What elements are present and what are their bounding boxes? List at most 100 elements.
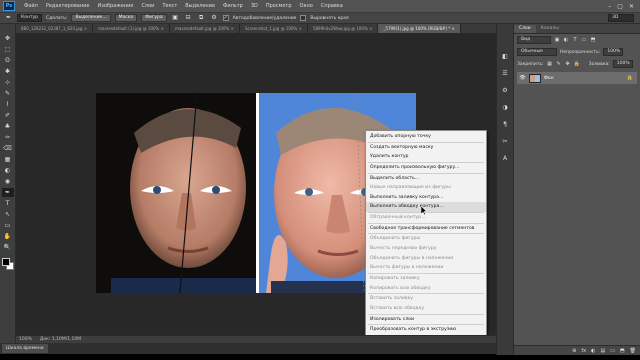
visibility-eye-icon[interactable]: 👁 — [519, 75, 526, 81]
menu-item[interactable]: Окно — [296, 0, 317, 12]
tool-icon[interactable]: ▭ — [2, 221, 14, 230]
document-tab[interactable]: Screenshot_1.jpg @ 100% × — [239, 24, 308, 33]
layers-panel: Слои Каналы Вид ▣ ◐ T ▭ ⬒ Обычные Непроз… — [514, 24, 640, 355]
menu-item[interactable]: Фильтр — [219, 0, 247, 12]
document-tab[interactable]: maxresdefault (1).jpg @ 100% × — [93, 24, 170, 33]
menu-item[interactable]: Текст — [158, 0, 181, 12]
tool-icon[interactable]: ✥ — [2, 34, 14, 43]
document-tab[interactable]: maxresdefault.jpg @ 100% × — [169, 24, 240, 33]
foreground-color[interactable] — [1, 258, 10, 266]
timeline-tab[interactable]: Шкала времени — [2, 344, 48, 353]
menu-item[interactable]: Слои — [137, 0, 158, 12]
mask-button[interactable]: Маска — [114, 14, 138, 22]
document-tab[interactable]: _5799(1).jpg @ 100% (RGB/8#) * × — [378, 24, 461, 33]
lock-transparent-icon[interactable]: ▦ — [547, 61, 553, 67]
fill-input[interactable]: 100% — [612, 60, 633, 68]
layers-footer-icon[interactable]: ⊕ — [572, 348, 576, 354]
tool-icon[interactable]: ʘ — [2, 56, 14, 65]
tool-icon[interactable]: ⬚ — [2, 45, 14, 54]
context-menu-item[interactable]: Удалить контур — [366, 152, 486, 162]
selection-button[interactable]: Выделение... — [71, 14, 111, 22]
lock-pixels-icon[interactable]: ✎ — [556, 61, 562, 67]
tool-mode-select[interactable]: Контур — [17, 14, 43, 22]
type-filter-icon[interactable]: T — [572, 37, 578, 43]
context-menu-item[interactable]: Выделить область... — [366, 174, 486, 184]
tool-icon[interactable]: ⌫ — [2, 144, 14, 153]
menu-item[interactable]: Справка — [317, 0, 347, 12]
tool-icon[interactable]: ✎ — [2, 89, 14, 98]
tool-icon[interactable]: ⊹ — [2, 78, 14, 87]
layer-kind-select[interactable]: Вид — [517, 36, 551, 44]
lock-position-icon[interactable]: ✥ — [565, 61, 571, 67]
tool-icon[interactable]: ♣ — [2, 122, 14, 131]
panel-dock-icon[interactable]: ☰ — [499, 69, 511, 79]
auto-add-checkbox[interactable]: ✓ — [222, 15, 229, 21]
options-bar: ✒ Контур Сделать: Выделение... Маска Фиг… — [0, 12, 640, 24]
layers-footer-icon[interactable]: 🗑 — [630, 348, 636, 354]
panel-dock-icon[interactable]: ◧ — [499, 52, 511, 62]
menu-item[interactable]: Редактирование — [42, 0, 94, 12]
layers-footer-icon[interactable]: ▤ — [600, 348, 605, 354]
maximize-button[interactable]: ▢ — [617, 3, 623, 10]
layer-row[interactable]: 👁 Фон 🔒 — [517, 72, 637, 84]
tab-layers[interactable]: Слои — [514, 25, 536, 33]
shape-filter-icon[interactable]: ▭ — [581, 37, 587, 43]
color-swatches[interactable] — [1, 257, 15, 271]
panel-dock-icon[interactable]: ✂ — [499, 137, 511, 147]
zoom-level[interactable]: 100% — [19, 337, 32, 342]
panel-dock-icon[interactable]: A — [499, 154, 511, 164]
context-menu-item[interactable]: Преобразовать контур в экструзию — [366, 325, 486, 335]
workspace-select[interactable]: 3D — [608, 14, 634, 22]
menu-item[interactable]: Изображение — [93, 0, 137, 12]
minimize-button[interactable]: – — [608, 3, 611, 10]
tool-icon[interactable]: ✑ — [2, 133, 14, 142]
tool-icon[interactable]: ⌇ — [2, 100, 14, 109]
shape-button[interactable]: Фигура — [141, 14, 167, 22]
tool-icon[interactable]: ✒ — [1, 188, 14, 197]
adjustment-filter-icon[interactable]: ◐ — [563, 37, 569, 43]
context-menu-item: Объединить фигуры — [370, 236, 421, 242]
menu-item[interactable]: Выделение — [181, 0, 219, 12]
tool-icon[interactable]: ✐ — [2, 111, 14, 120]
path-alignment-icon[interactable]: ⊟ — [184, 14, 193, 22]
layers-footer-icon[interactable]: ◐ — [591, 348, 595, 354]
document-tab[interactable]: 5899h4v2Wxw.jpg @ 100% × — [307, 24, 379, 33]
context-menu-item[interactable]: Свободное трансформирование сегментов — [366, 224, 486, 234]
tool-icon[interactable]: T — [2, 199, 14, 208]
context-menu-item[interactable]: Изолировать слои — [366, 315, 486, 325]
panel-dock-icon[interactable]: ◑ — [499, 103, 511, 113]
layers-footer-icon[interactable]: ▭ — [610, 348, 615, 354]
layers-footer-icon[interactable]: ⬒ — [620, 348, 625, 354]
menu-bar: Ps Файл Редактирование Изображение Слои Текс… — [0, 0, 640, 12]
image-filter-icon[interactable]: ▣ — [554, 37, 560, 43]
menu-item[interactable]: Просмотр — [262, 0, 296, 12]
layers-footer-icon[interactable]: fx — [581, 348, 586, 354]
opacity-input[interactable]: 100% — [603, 48, 624, 56]
context-menu-item[interactable]: Добавить опорную точку — [366, 132, 486, 142]
panel-dock-icon[interactable]: ⚙ — [499, 86, 511, 96]
tab-channels[interactable]: Каналы — [536, 25, 564, 33]
tool-icon[interactable]: ▦ — [2, 155, 14, 164]
path-operations-icon[interactable]: ▣ — [171, 14, 180, 22]
context-menu-item[interactable]: Определить произвольную фигуру... — [366, 163, 486, 173]
tool-icon[interactable]: ✋ — [2, 232, 14, 241]
tool-icon[interactable]: ◐ — [2, 166, 14, 175]
settings-gear-icon[interactable]: ⚙ — [210, 14, 219, 22]
blend-mode-select[interactable]: Обычные — [517, 48, 557, 56]
panel-dock-icon[interactable]: ¶ — [499, 120, 511, 130]
pen-tool-icon[interactable]: ✒ — [4, 14, 13, 22]
smart-object-filter-icon[interactable]: ⬒ — [590, 37, 596, 43]
menu-item[interactable]: Файл — [20, 0, 42, 12]
close-button[interactable]: ✕ — [629, 3, 634, 10]
path-arrangement-icon[interactable]: ⧉ — [197, 14, 206, 22]
align-edges-checkbox[interactable] — [300, 15, 307, 21]
tool-icon[interactable]: ↖ — [2, 210, 14, 219]
lock-all-icon[interactable]: 🔒 — [574, 61, 580, 67]
tool-icon[interactable]: ◉ — [2, 177, 14, 186]
tool-icon[interactable]: 🔍 — [2, 243, 14, 252]
context-menu-item[interactable]: Создать векторную маску — [366, 143, 486, 153]
menu-item[interactable]: 3D — [247, 0, 262, 12]
context-menu-item[interactable]: Выполнить заливку контура... — [366, 193, 486, 203]
document-tab[interactable]: 8B0_126232_02387_1_620.jpg × — [16, 24, 94, 33]
tool-icon[interactable]: ✱ — [2, 67, 14, 76]
